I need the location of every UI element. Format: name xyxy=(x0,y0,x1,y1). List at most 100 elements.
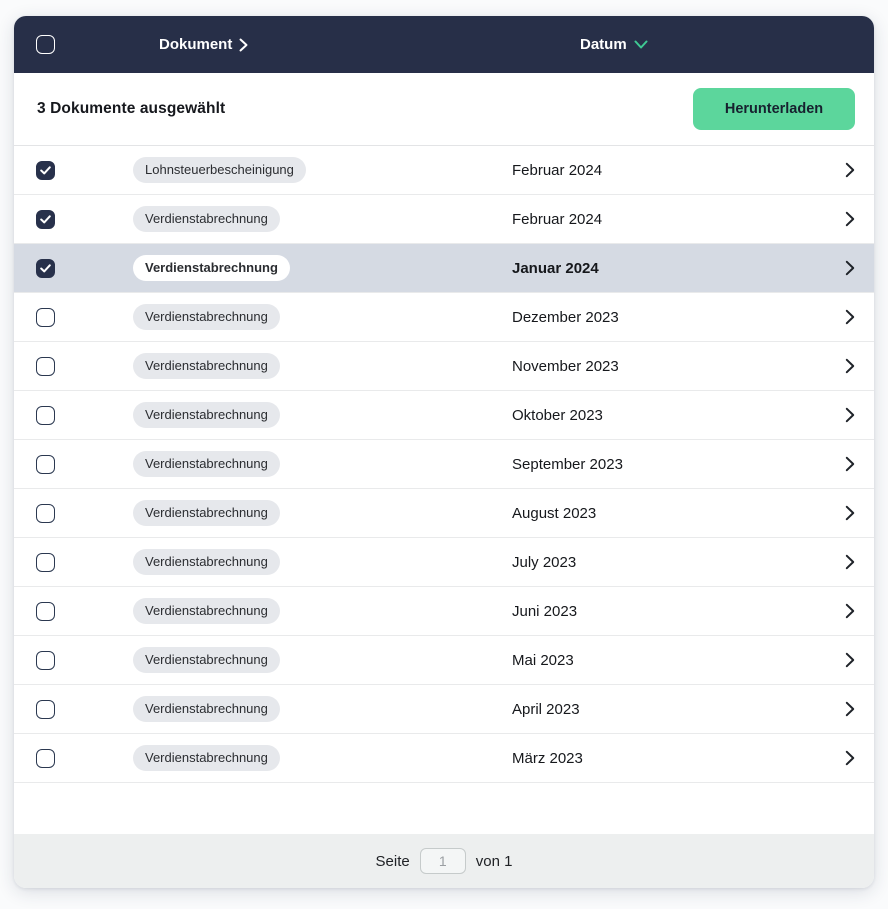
row-checkbox-cell xyxy=(14,602,133,621)
table-row[interactable]: Verdienstabrechnung April 2023 xyxy=(14,685,874,734)
select-all-checkbox[interactable] xyxy=(36,35,55,54)
row-date: August 2023 xyxy=(512,505,826,522)
row-chevron-cell xyxy=(826,211,874,227)
row-checkbox[interactable] xyxy=(36,210,55,229)
row-date: April 2023 xyxy=(512,701,826,718)
row-checkbox[interactable] xyxy=(36,504,55,523)
row-checkbox[interactable] xyxy=(36,700,55,719)
chevron-right-icon[interactable] xyxy=(845,554,855,570)
row-date: Februar 2024 xyxy=(512,211,826,228)
row-checkbox-cell xyxy=(14,308,133,327)
document-type-badge: Verdienstabrechnung xyxy=(133,745,280,771)
chevron-right-icon[interactable] xyxy=(845,407,855,423)
document-type-badge: Verdienstabrechnung xyxy=(133,549,280,575)
row-date: September 2023 xyxy=(512,456,826,473)
download-button[interactable]: Herunterladen xyxy=(693,88,855,130)
document-type-badge: Verdienstabrechnung xyxy=(133,255,290,281)
column-header-dokument-label: Dokument xyxy=(159,36,232,53)
document-type-badge: Verdienstabrechnung xyxy=(133,647,280,673)
document-type-badge: Verdienstabrechnung xyxy=(133,206,280,232)
row-chevron-cell xyxy=(826,456,874,472)
pagination-bar: Seite von 1 xyxy=(14,834,874,888)
chevron-right-icon xyxy=(239,38,248,52)
row-checkbox-cell xyxy=(14,259,133,278)
row-date: Mai 2023 xyxy=(512,652,826,669)
chevron-right-icon[interactable] xyxy=(845,456,855,472)
row-chevron-cell xyxy=(826,407,874,423)
row-chevron-cell xyxy=(826,162,874,178)
chevron-right-icon[interactable] xyxy=(845,652,855,668)
selection-bar: 3 Dokumente ausgewählt Herunterladen xyxy=(14,73,874,146)
row-checkbox-cell xyxy=(14,651,133,670)
chevron-right-icon[interactable] xyxy=(845,505,855,521)
row-checkbox-cell xyxy=(14,749,133,768)
table-row[interactable]: Verdienstabrechnung July 2023 xyxy=(14,538,874,587)
row-checkbox[interactable] xyxy=(36,357,55,376)
document-type-badge: Verdienstabrechnung xyxy=(133,598,280,624)
row-chevron-cell xyxy=(826,652,874,668)
table-row[interactable]: Verdienstabrechnung Dezember 2023 xyxy=(14,293,874,342)
table-row[interactable]: Verdienstabrechnung August 2023 xyxy=(14,489,874,538)
document-type-badge: Verdienstabrechnung xyxy=(133,304,280,330)
chevron-right-icon[interactable] xyxy=(845,603,855,619)
row-checkbox[interactable] xyxy=(36,161,55,180)
pagination-von-label: von 1 xyxy=(476,853,513,870)
chevron-right-icon[interactable] xyxy=(845,358,855,374)
documents-panel: Dokument Datum 3 Dokumente ausgewählt He… xyxy=(14,16,874,888)
row-chevron-cell xyxy=(826,309,874,325)
column-header-datum-label: Datum xyxy=(580,36,627,53)
row-checkbox[interactable] xyxy=(36,749,55,768)
row-checkbox-cell xyxy=(14,357,133,376)
chevron-right-icon[interactable] xyxy=(845,260,855,276)
table-row[interactable]: Lohnsteuerbescheinigung Februar 2024 xyxy=(14,146,874,195)
row-date: Juni 2023 xyxy=(512,603,826,620)
table-row[interactable]: Verdienstabrechnung September 2023 xyxy=(14,440,874,489)
document-type-badge: Verdienstabrechnung xyxy=(133,696,280,722)
check-icon xyxy=(40,215,51,224)
check-icon xyxy=(40,264,51,273)
column-header-datum[interactable]: Datum xyxy=(580,16,648,73)
chevron-right-icon[interactable] xyxy=(845,211,855,227)
document-type-badge: Verdienstabrechnung xyxy=(133,353,280,379)
table-row[interactable]: Verdienstabrechnung März 2023 xyxy=(14,734,874,783)
document-type-badge: Verdienstabrechnung xyxy=(133,451,280,477)
document-type-badge: Verdienstabrechnung xyxy=(133,402,280,428)
selection-count-text: 3 Dokumente ausgewählt xyxy=(37,100,225,118)
row-checkbox-cell xyxy=(14,700,133,719)
pagination-seite-label: Seite xyxy=(376,853,410,870)
page-number-input[interactable] xyxy=(420,848,466,874)
row-date: Oktober 2023 xyxy=(512,407,826,424)
row-checkbox[interactable] xyxy=(36,406,55,425)
chevron-right-icon[interactable] xyxy=(845,750,855,766)
row-date: July 2023 xyxy=(512,554,826,571)
row-checkbox-cell xyxy=(14,406,133,425)
row-date: Dezember 2023 xyxy=(512,309,826,326)
row-checkbox[interactable] xyxy=(36,651,55,670)
row-chevron-cell xyxy=(826,603,874,619)
row-checkbox[interactable] xyxy=(36,602,55,621)
row-date: November 2023 xyxy=(512,358,826,375)
document-type-badge: Lohnsteuerbescheinigung xyxy=(133,157,306,183)
row-checkbox-cell xyxy=(14,161,133,180)
row-chevron-cell xyxy=(826,260,874,276)
table-row[interactable]: Verdienstabrechnung Januar 2024 xyxy=(14,244,874,293)
row-checkbox[interactable] xyxy=(36,455,55,474)
row-checkbox-cell xyxy=(14,455,133,474)
table-row[interactable]: Verdienstabrechnung Februar 2024 xyxy=(14,195,874,244)
document-table-body: Lohnsteuerbescheinigung Februar 2024 Ver… xyxy=(14,146,874,783)
table-row[interactable]: Verdienstabrechnung Mai 2023 xyxy=(14,636,874,685)
chevron-right-icon[interactable] xyxy=(845,309,855,325)
row-chevron-cell xyxy=(826,750,874,766)
table-row[interactable]: Verdienstabrechnung Oktober 2023 xyxy=(14,391,874,440)
table-row[interactable]: Verdienstabrechnung November 2023 xyxy=(14,342,874,391)
row-checkbox[interactable] xyxy=(36,308,55,327)
row-checkbox[interactable] xyxy=(36,553,55,572)
row-date: Februar 2024 xyxy=(512,162,826,179)
row-checkbox[interactable] xyxy=(36,259,55,278)
chevron-right-icon[interactable] xyxy=(845,701,855,717)
row-checkbox-cell xyxy=(14,504,133,523)
chevron-right-icon[interactable] xyxy=(845,162,855,178)
table-row[interactable]: Verdienstabrechnung Juni 2023 xyxy=(14,587,874,636)
column-header-dokument[interactable]: Dokument xyxy=(159,16,248,73)
row-chevron-cell xyxy=(826,358,874,374)
